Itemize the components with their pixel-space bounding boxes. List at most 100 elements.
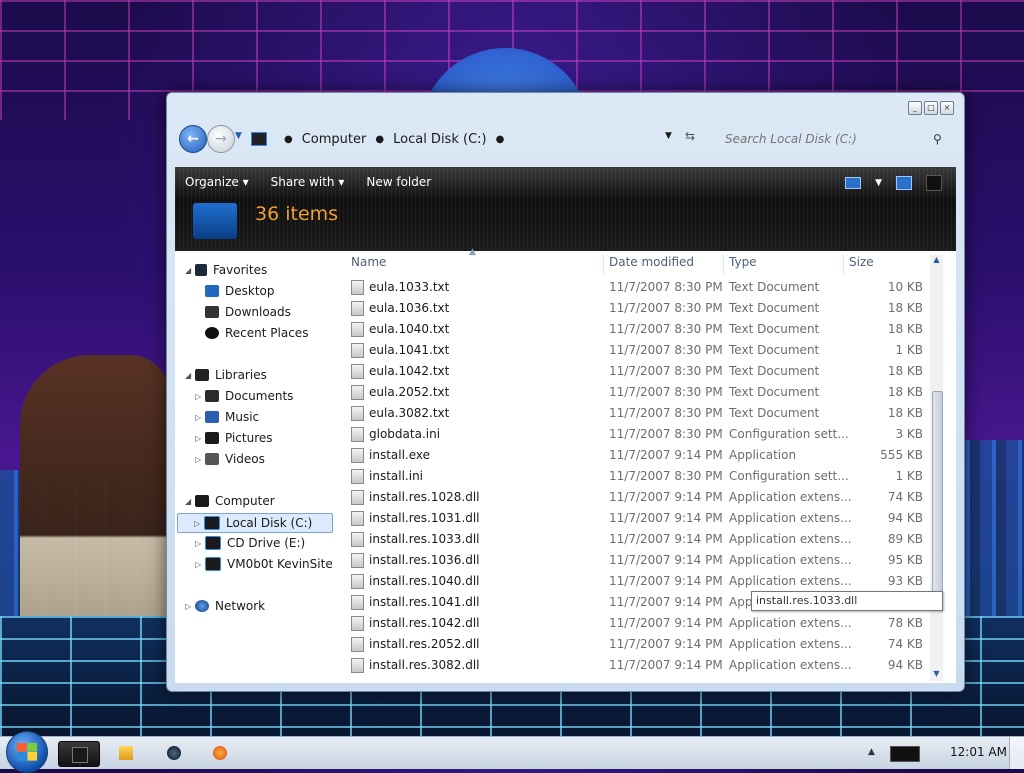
column-header-date[interactable]: Date modified (609, 255, 694, 273)
search-box[interactable]: ⚲ (723, 127, 955, 151)
maximize-button[interactable]: □ (924, 101, 938, 115)
expand-arrow-icon[interactable]: ▷ (195, 434, 205, 443)
file-row[interactable]: eula.1041.txt 11/7/2007 8:30 PM Text Docum… (345, 340, 935, 361)
collapse-arrow-icon[interactable]: ◢ (185, 497, 195, 506)
start-button[interactable] (6, 731, 48, 773)
taskbar-explorer-button[interactable] (58, 741, 100, 767)
file-row[interactable]: install.res.1028.dll 11/7/2007 9:14 PM App… (345, 487, 935, 508)
breadcrumb-computer[interactable]: Computer (302, 132, 367, 147)
sidebar-item-local-disk[interactable]: ▷ Local Disk (C:) (177, 513, 333, 533)
file-date: 11/7/2007 8:30 PM (609, 364, 723, 378)
sidebar-item-network[interactable]: ▷ Network (185, 597, 265, 615)
change-view-icon[interactable] (845, 177, 862, 189)
taskbar-app-button[interactable] (154, 741, 194, 765)
sidebar-item-computer[interactable]: ◢ Computer (185, 492, 275, 510)
file-size: 18 KB (887, 406, 923, 420)
sidebar-item-label: Documents (225, 389, 294, 403)
file-size: 95 KB (887, 553, 923, 567)
column-divider[interactable] (723, 255, 724, 275)
sidebar-item-recent-places[interactable]: Recent Places (205, 324, 308, 342)
scroll-up-icon[interactable]: ▲ (930, 255, 943, 267)
file-name: install.res.1033.dll (369, 532, 480, 546)
history-dropdown-icon[interactable]: ▼ (235, 131, 242, 141)
column-header-name[interactable]: Name (351, 255, 386, 273)
expand-arrow-icon[interactable]: ▷ (195, 539, 205, 548)
file-row[interactable]: eula.1042.txt 11/7/2007 8:30 PM Text Docum… (345, 361, 935, 382)
collapse-arrow-icon[interactable]: ◢ (185, 266, 195, 275)
file-size: 1 KB (895, 469, 923, 483)
file-row[interactable]: install.res.1040.dll 11/7/2007 9:14 PM App… (345, 571, 935, 592)
file-row[interactable]: install.res.2052.dll 11/7/2007 9:14 PM App… (345, 634, 935, 655)
file-row[interactable]: install.res.1033.dll 11/7/2007 9:14 PM App… (345, 529, 935, 550)
sidebar-item-pictures[interactable]: ▷ Pictures (195, 429, 273, 447)
expand-arrow-icon[interactable]: ▷ (194, 519, 204, 528)
address-bar[interactable]: ● Computer ● Local Disk (C:) ● (251, 127, 697, 151)
sidebar-item-label: Libraries (215, 368, 267, 382)
back-button[interactable]: ← (179, 125, 207, 153)
file-size: 89 KB (887, 532, 923, 546)
breadcrumb-separator-icon[interactable]: ● (284, 134, 293, 145)
show-desktop-button[interactable] (1009, 737, 1024, 769)
file-row[interactable]: install.res.3082.dll 11/7/2007 9:14 PM App… (345, 655, 935, 676)
minimize-button[interactable]: _ (908, 101, 922, 115)
share-with-button[interactable]: Share with ▾ (271, 175, 345, 193)
show-hidden-icons-icon[interactable]: ▲ (868, 747, 875, 757)
view-dropdown-icon[interactable]: ▼ (875, 178, 882, 188)
expand-arrow-icon[interactable]: ▷ (195, 560, 205, 569)
sidebar-item-music[interactable]: ▷ Music (195, 408, 259, 426)
address-dropdown-icon[interactable]: ▼ (665, 131, 672, 141)
taskbar-firefox-button[interactable] (200, 741, 240, 765)
taskbar-media-player-button[interactable] (106, 741, 146, 765)
file-row[interactable]: install.res.1036.dll 11/7/2007 9:14 PM App… (345, 550, 935, 571)
sidebar-item-desktop[interactable]: Desktop (205, 282, 275, 300)
sidebar-item-vm-site[interactable]: ▷ VM0b0t KevinSite (195, 555, 333, 573)
file-row[interactable]: eula.1033.txt 11/7/2007 8:30 PM Text Docum… (345, 277, 935, 298)
column-header-type[interactable]: Type (729, 255, 757, 273)
file-row[interactable]: globdata.ini 11/7/2007 8:30 PM Configurati… (345, 424, 935, 445)
breadcrumb-local-disk[interactable]: Local Disk (C:) (393, 132, 486, 147)
column-header-size[interactable]: Size (849, 255, 874, 273)
expand-arrow-icon[interactable]: ▷ (195, 455, 205, 464)
scrollbar-thumb[interactable] (932, 391, 943, 605)
file-row[interactable]: install.exe 11/7/2007 9:14 PM Application 5… (345, 445, 935, 466)
sidebar-item-favorites[interactable]: ◢ Favorites (185, 261, 267, 279)
file-row[interactable]: eula.1036.txt 11/7/2007 8:30 PM Text Docum… (345, 298, 935, 319)
sidebar-item-downloads[interactable]: Downloads (205, 303, 291, 321)
file-icon (351, 658, 364, 673)
column-divider[interactable] (843, 255, 844, 275)
sidebar-item-libraries[interactable]: ◢ Libraries (185, 366, 267, 384)
refresh-icon[interactable]: ⇆ (685, 129, 695, 143)
organize-button[interactable]: Organize ▾ (185, 175, 249, 193)
close-button[interactable]: × (940, 101, 954, 115)
network-status-icon[interactable] (890, 746, 920, 762)
sidebar-item-documents[interactable]: ▷ Documents (195, 387, 293, 405)
search-icon[interactable]: ⚲ (933, 132, 942, 146)
breadcrumb-separator-icon[interactable]: ● (496, 134, 505, 145)
file-row[interactable]: install.res.1031.dll 11/7/2007 9:14 PM App… (345, 508, 935, 529)
clock[interactable]: 12:01 AM (950, 745, 1007, 759)
preview-pane-icon[interactable] (896, 176, 912, 190)
file-row[interactable]: eula.1040.txt 11/7/2007 8:30 PM Text Docum… (345, 319, 935, 340)
file-row[interactable]: eula.3082.txt 11/7/2007 8:30 PM Text Docum… (345, 403, 935, 424)
search-input[interactable] (723, 131, 927, 147)
sidebar-item-videos[interactable]: ▷ Videos (195, 450, 265, 468)
breadcrumb-separator-icon[interactable]: ● (375, 134, 384, 145)
file-icon (351, 364, 364, 379)
expand-arrow-icon[interactable]: ▷ (185, 602, 195, 611)
file-row[interactable]: eula.2052.txt 11/7/2007 8:30 PM Text Docum… (345, 382, 935, 403)
forward-button[interactable]: → (207, 125, 235, 153)
expand-arrow-icon[interactable]: ▷ (195, 413, 205, 422)
help-icon[interactable] (926, 175, 942, 191)
sidebar-item-cd-drive[interactable]: ▷ CD Drive (E:) (195, 534, 305, 552)
new-folder-button[interactable]: New folder (366, 175, 431, 193)
file-row[interactable]: install.ini 11/7/2007 8:30 PM Configuratio… (345, 466, 935, 487)
vertical-scrollbar[interactable]: ▲ ▼ (930, 255, 943, 681)
downloads-icon (205, 306, 219, 318)
scroll-down-icon[interactable]: ▼ (930, 669, 943, 681)
expand-arrow-icon[interactable]: ▷ (195, 392, 205, 401)
column-divider[interactable] (603, 255, 604, 275)
file-row[interactable]: install.res.1042.dll 11/7/2007 9:14 PM App… (345, 613, 935, 634)
file-name: install.exe (369, 448, 431, 462)
libraries-icon (195, 369, 209, 381)
collapse-arrow-icon[interactable]: ◢ (185, 371, 195, 380)
